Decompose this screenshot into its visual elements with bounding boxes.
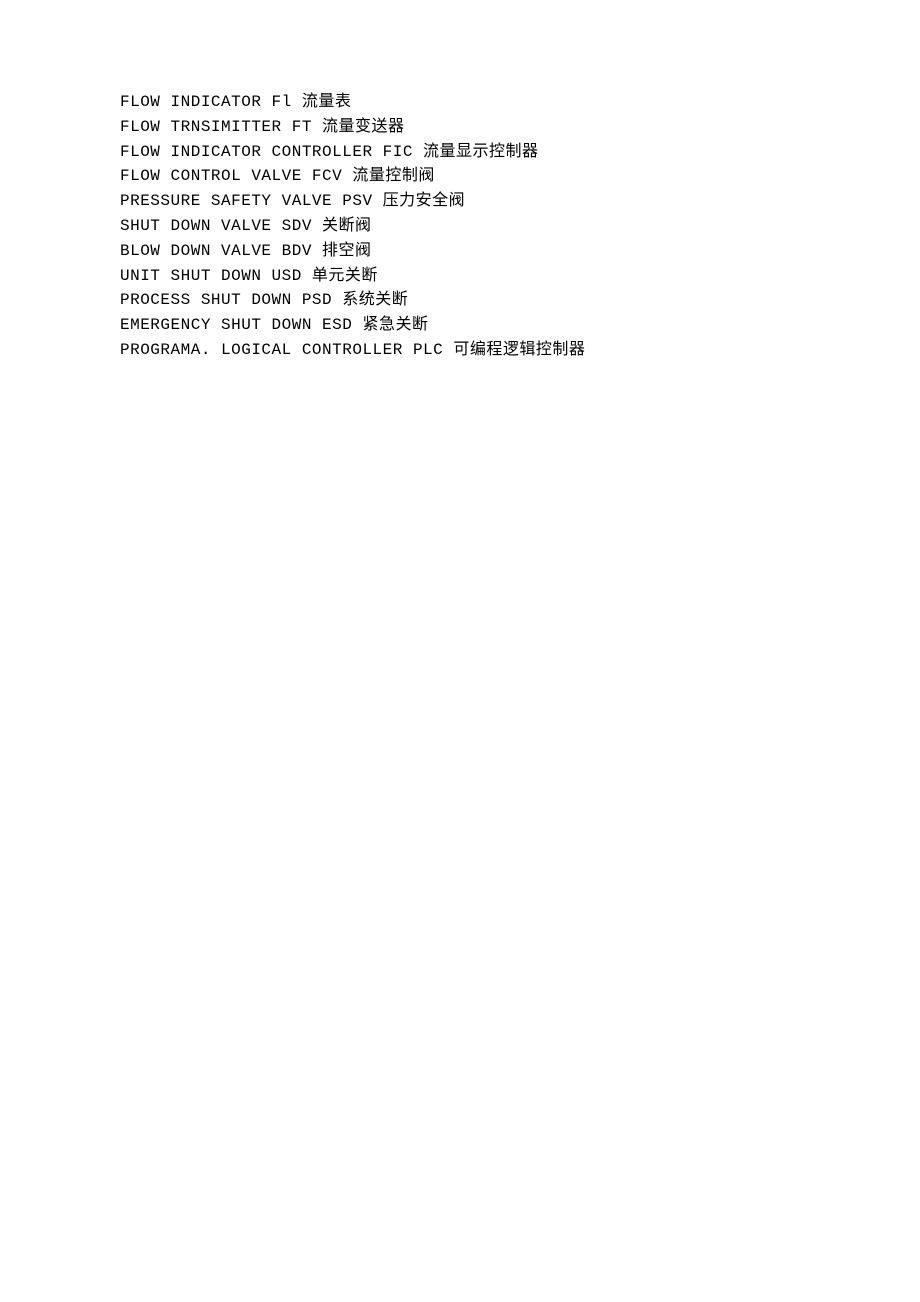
glossary-line: PROGRAMA. LOGICAL CONTROLLER PLC 可编程逻辑控制… [120, 338, 920, 363]
glossary-line: PROCESS SHUT DOWN PSD 系统关断 [120, 288, 920, 313]
glossary-line: EMERGENCY SHUT DOWN ESD 紧急关断 [120, 313, 920, 338]
glossary-line: FLOW INDICATOR CONTROLLER FIC 流量显示控制器 [120, 140, 920, 165]
glossary-line: BLOW DOWN VALVE BDV 排空阀 [120, 239, 920, 264]
glossary-line: FLOW INDICATOR Fl 流量表 [120, 90, 920, 115]
glossary-line: UNIT SHUT DOWN USD 单元关断 [120, 264, 920, 289]
document-body: FLOW INDICATOR Fl 流量表 FLOW TRNSIMITTER F… [120, 90, 920, 363]
glossary-line: FLOW TRNSIMITTER FT 流量变送器 [120, 115, 920, 140]
glossary-line: PRESSURE SAFETY VALVE PSV 压力安全阀 [120, 189, 920, 214]
glossary-line: FLOW CONTROL VALVE FCV 流量控制阀 [120, 164, 920, 189]
glossary-line: SHUT DOWN VALVE SDV 关断阀 [120, 214, 920, 239]
